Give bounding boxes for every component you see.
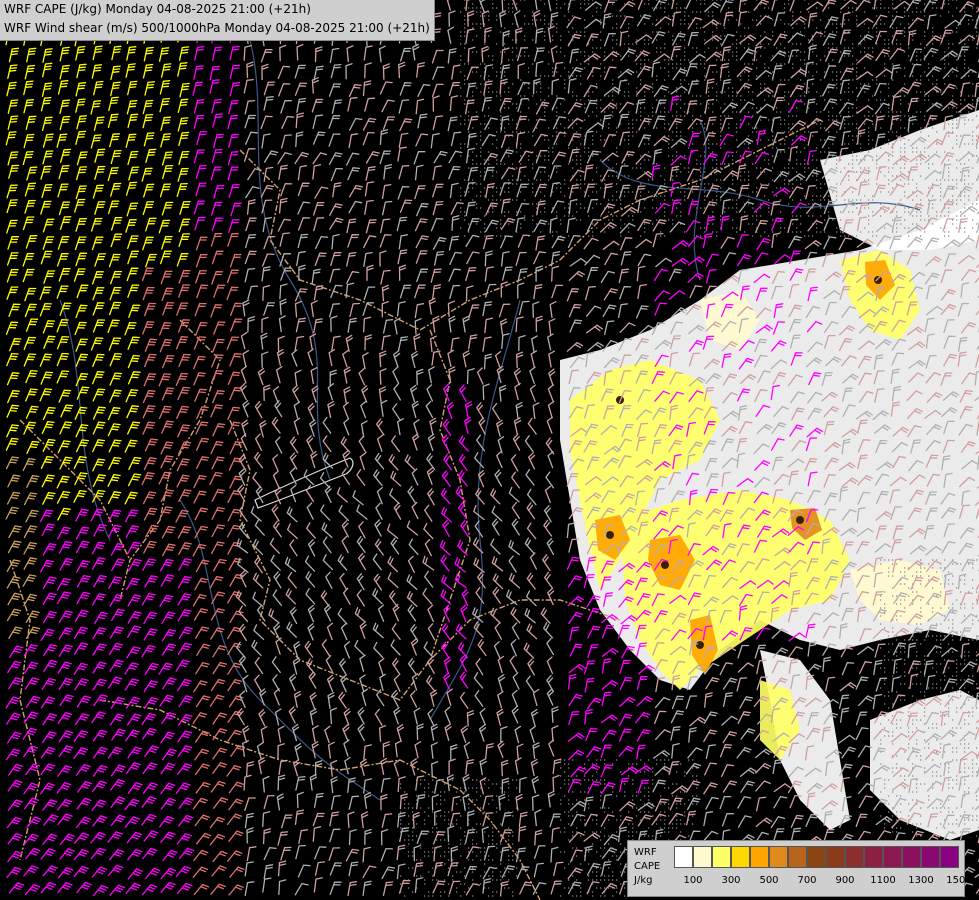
legend-swatch: [788, 846, 807, 868]
weather-map: [0, 0, 979, 900]
legend-tick-label: 500: [759, 875, 779, 886]
legend-swatch: [807, 846, 826, 868]
cape-max-marker: [606, 531, 614, 539]
legend-swatch: [712, 846, 731, 868]
legend-title: WRF CAPE J/kg: [634, 846, 670, 888]
legend-swatch: [902, 846, 921, 868]
legend-swatch: [731, 846, 750, 868]
legend-swatch: [693, 846, 712, 868]
cape-legend: WRF CAPE J/kg 100 300 500 700 900 1100 1300 150…: [627, 840, 972, 897]
legend-swatch: [845, 846, 864, 868]
cape-max-marker: [696, 641, 704, 649]
legend-tick-label: 1300: [908, 875, 934, 886]
legend-tick-label: 100: [683, 875, 703, 886]
legend-tick-labels: 100 300 500 700 900 1100 1300 1500: [674, 875, 971, 889]
cape-max-marker: [874, 276, 882, 284]
cape-max-marker: [661, 561, 669, 569]
legend-title-line-1: WRF: [634, 847, 657, 858]
legend-swatch: [864, 846, 883, 868]
shear-title: WRF Wind shear (m/s) 500/1000hPa Monday …: [4, 21, 430, 35]
legend-swatch: [940, 846, 959, 868]
legend-tick-label: 300: [721, 875, 741, 886]
legend-tick-label: 1500: [946, 875, 972, 886]
legend-swatch: [750, 846, 769, 868]
legend-swatch: [826, 846, 845, 868]
legend-swatch: [674, 846, 693, 868]
legend-tick-label: 1100: [870, 875, 896, 886]
legend-title-line-3: J/kg: [634, 875, 653, 886]
cape-title: WRF CAPE (J/kg) Monday 04-08-2025 21:00 …: [4, 2, 311, 16]
legend-color-scale: [674, 846, 959, 868]
legend-swatch: [883, 846, 902, 868]
legend-tick-label: 700: [797, 875, 817, 886]
legend-swatch: [769, 846, 788, 868]
cape-max-marker: [796, 516, 804, 524]
legend-swatch: [921, 846, 940, 868]
map-title-box: WRF CAPE (J/kg) Monday 04-08-2025 21:00 …: [0, 0, 435, 41]
legend-title-line-2: CAPE: [634, 861, 661, 872]
legend-tick-label: 900: [835, 875, 855, 886]
